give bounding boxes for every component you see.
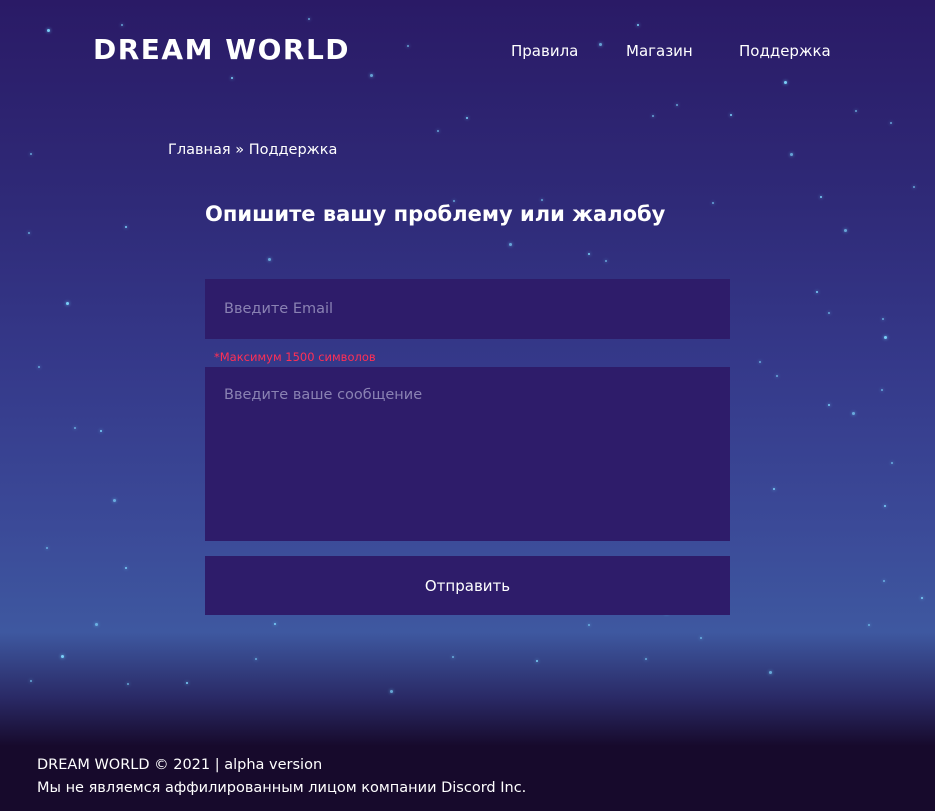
star-decoration <box>828 404 830 406</box>
star-decoration <box>599 43 602 46</box>
star-decoration <box>891 462 893 464</box>
star-decoration <box>712 202 714 204</box>
star-decoration <box>884 505 886 507</box>
star-decoration <box>588 253 590 255</box>
breadcrumb-current: Поддержка <box>248 142 338 158</box>
star-decoration <box>186 682 188 684</box>
star-decoration <box>645 658 647 660</box>
star-decoration <box>47 29 50 32</box>
star-decoration <box>816 291 818 293</box>
star-decoration <box>541 199 543 201</box>
star-decoration <box>268 258 271 261</box>
nav-support[interactable]: Поддержка <box>739 42 831 60</box>
star-decoration <box>784 81 787 84</box>
star-decoration <box>113 499 116 502</box>
star-decoration <box>46 547 48 549</box>
star-decoration <box>676 104 678 106</box>
star-decoration <box>868 624 870 626</box>
star-decoration <box>452 656 454 658</box>
message-textarea[interactable] <box>205 367 730 541</box>
star-decoration <box>28 232 30 234</box>
star-decoration <box>890 122 892 124</box>
star-decoration <box>921 597 923 599</box>
star-decoration <box>100 430 102 432</box>
email-field[interactable] <box>205 279 730 339</box>
star-decoration <box>883 580 885 582</box>
star-decoration <box>637 24 639 26</box>
star-decoration <box>730 114 732 116</box>
footer-copyright: DREAM WORLD © 2021 | alpha version <box>37 757 323 773</box>
star-decoration <box>390 690 393 693</box>
character-limit-hint: *Максимум 1500 символов <box>214 350 376 364</box>
star-decoration <box>231 77 233 79</box>
star-decoration <box>30 680 32 682</box>
page-title: Опишите вашу проблему или жалобу <box>205 202 666 226</box>
star-decoration <box>790 153 793 156</box>
star-decoration <box>66 302 69 305</box>
star-decoration <box>884 336 887 339</box>
star-decoration <box>913 186 915 188</box>
star-decoration <box>536 660 538 662</box>
star-decoration <box>308 18 310 20</box>
star-decoration <box>769 671 772 674</box>
star-decoration <box>125 226 127 228</box>
breadcrumb-separator: » <box>230 142 249 158</box>
star-decoration <box>700 637 702 639</box>
star-decoration <box>605 260 607 262</box>
star-decoration <box>773 488 775 490</box>
star-decoration <box>509 243 512 246</box>
star-decoration <box>125 567 127 569</box>
nav-rules[interactable]: Правила <box>511 42 578 60</box>
star-decoration <box>776 375 778 377</box>
star-decoration <box>61 655 64 658</box>
star-decoration <box>121 24 123 26</box>
star-decoration <box>855 110 857 112</box>
star-decoration <box>844 229 847 232</box>
star-decoration <box>881 389 883 391</box>
star-decoration <box>466 117 468 119</box>
breadcrumb: Главная » Поддержка <box>168 142 337 158</box>
nav-shop[interactable]: Магазин <box>626 42 693 60</box>
star-decoration <box>74 427 76 429</box>
breadcrumb-home[interactable]: Главная <box>168 142 231 158</box>
star-decoration <box>370 74 373 77</box>
star-decoration <box>38 366 40 368</box>
star-decoration <box>828 312 830 314</box>
star-decoration <box>652 115 654 117</box>
star-decoration <box>852 412 855 415</box>
site-logo[interactable]: DREAM WORLD <box>93 33 350 66</box>
star-decoration <box>588 624 590 626</box>
star-decoration <box>437 130 439 132</box>
star-decoration <box>255 658 257 660</box>
submit-button[interactable]: Отправить <box>205 556 730 615</box>
star-decoration <box>30 153 32 155</box>
star-decoration <box>127 683 129 685</box>
star-decoration <box>820 196 822 198</box>
footer-disclaimer: Мы не являемся аффилированным лицом комп… <box>37 780 527 796</box>
star-decoration <box>274 623 276 625</box>
star-decoration <box>407 45 409 47</box>
star-decoration <box>759 361 761 363</box>
star-decoration <box>95 623 98 626</box>
star-decoration <box>882 318 884 320</box>
